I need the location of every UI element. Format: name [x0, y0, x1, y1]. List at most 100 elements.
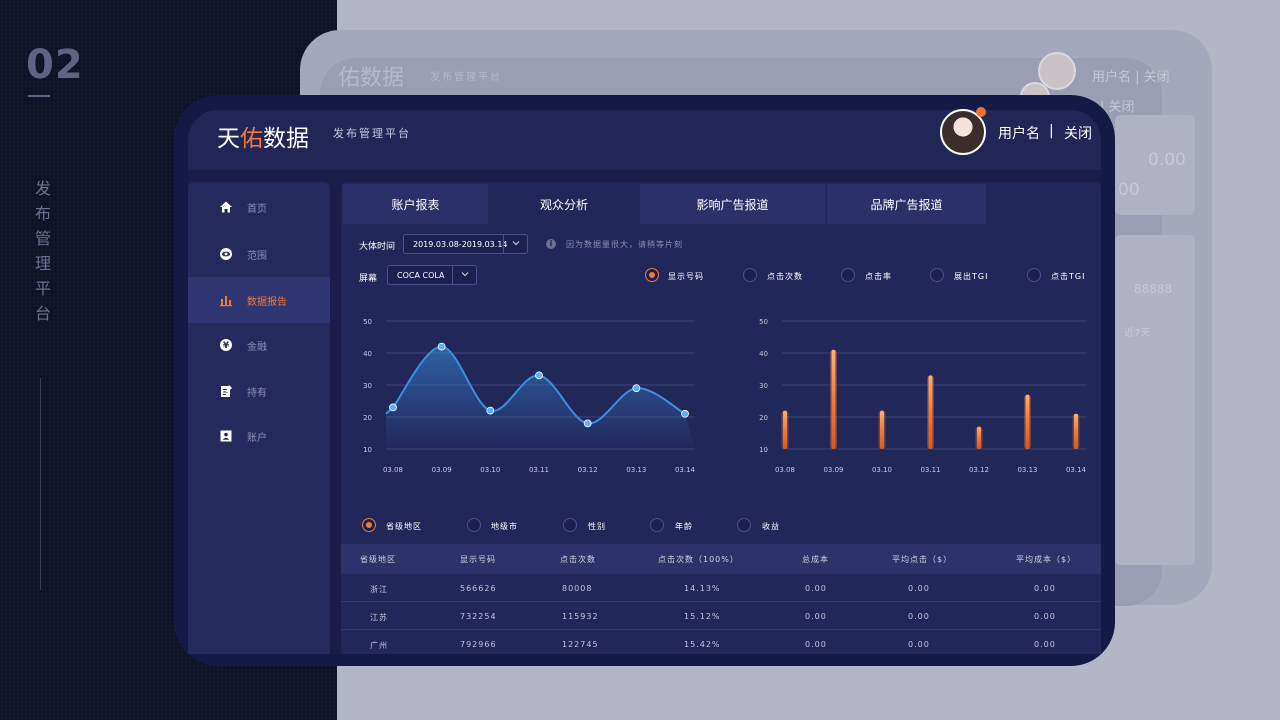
sidebar-item-label: 数据报告 — [247, 296, 287, 308]
bar-chart-x-tick-label: 03.10 — [872, 466, 892, 474]
radio-city[interactable] — [467, 518, 481, 532]
line-chart-point[interactable] — [632, 384, 641, 393]
sidebar-item-label: 持有 — [247, 387, 267, 399]
brand-subtitle: 发布管理平台 — [333, 127, 411, 140]
line-chart-x-tick-label: 03.14 — [675, 466, 696, 474]
bar-chart-bar[interactable] — [880, 410, 884, 449]
sidebar-item-label: 首页 — [247, 203, 267, 215]
radio-click-rate[interactable] — [841, 268, 855, 282]
chevron-down-icon — [512, 241, 520, 246]
table-cell: 0.00 — [805, 612, 827, 621]
line-chart-x-tick-label: 03.12 — [578, 466, 598, 474]
line-chart-x-tick-label: 03.09 — [432, 466, 452, 474]
sidebar-item-account[interactable]: 账户 — [188, 413, 330, 459]
select-divider — [503, 235, 504, 253]
table-cell: 浙江 — [370, 585, 388, 594]
date-range-value: 2019.03.08-2019.03.14 — [413, 240, 508, 249]
radio-label: 省级地区 — [386, 522, 422, 531]
line-chart-y-tick-label: 30 — [363, 382, 372, 390]
user-name[interactable]: 用户名 — [998, 123, 1040, 143]
table-cell: 122745 — [562, 640, 599, 649]
bar-chart-bar[interactable] — [1025, 394, 1030, 449]
radio-income[interactable] — [737, 518, 751, 532]
column-header: 平均成本（$） — [1016, 555, 1077, 564]
home-icon — [219, 200, 233, 214]
radio-display-count[interactable] — [645, 268, 659, 282]
bar-chart-x-tick-label: 03.12 — [969, 466, 989, 474]
bar-chart-icon — [219, 293, 233, 307]
sidebar-item-label: 金融 — [247, 341, 267, 353]
sidebar-item-holdings[interactable]: 持有 — [188, 368, 330, 414]
sidebar-item-label: 范围 — [247, 250, 267, 262]
table-cell: 广州 — [370, 641, 388, 650]
ghost-user-text: 用户名 | 关闭 — [1092, 70, 1170, 85]
table-cell: 15.12% — [684, 612, 721, 621]
clipboard-icon — [219, 384, 233, 398]
time-filter-label: 大体时间 — [359, 242, 396, 252]
ghost-value-3: 88888 — [1134, 282, 1173, 296]
column-header: 平均点击（$） — [892, 555, 953, 564]
line-chart-point[interactable] — [437, 342, 446, 351]
close-button[interactable]: 关闭 — [1064, 123, 1092, 143]
bar-chart-x-tick-label: 03.09 — [823, 466, 843, 474]
bar-chart-y-tick-label: 10 — [759, 446, 768, 454]
table-cell: 115932 — [562, 612, 599, 621]
section-number-underline — [28, 95, 50, 97]
bar-chart-bar[interactable] — [831, 349, 836, 449]
bar-chart-bar[interactable] — [1074, 413, 1078, 449]
bar-chart-x-tick-label: 03.08 — [775, 466, 795, 474]
table-row[interactable] — [341, 630, 1101, 658]
bar-chart-y-tick-label: 50 — [759, 318, 768, 326]
table-cell: 14.13% — [684, 584, 721, 593]
sidebar-item-home[interactable]: 首页 — [188, 184, 330, 230]
radio-gender[interactable] — [563, 518, 577, 532]
radio-label: 年龄 — [675, 522, 693, 531]
line-chart-point[interactable] — [535, 371, 543, 380]
date-range-select[interactable]: 2019.03.08-2019.03.14 — [403, 234, 528, 254]
tab-account-report[interactable]: 账户报表 — [343, 184, 488, 224]
table-cell: 792966 — [460, 640, 497, 649]
bar-chart-bar[interactable] — [928, 375, 933, 449]
column-header: 显示号码 — [460, 555, 496, 564]
tab-brand-ad-report[interactable]: 品牌广告报道 — [827, 184, 986, 224]
line-chart-point[interactable] — [583, 419, 592, 428]
column-header: 总成本 — [802, 555, 829, 564]
vertical-divider — [40, 378, 41, 590]
radio-province[interactable] — [362, 518, 376, 532]
sidebar-item-finance[interactable]: ¥ 金融 — [188, 322, 330, 368]
bar-chart-bar[interactable] — [783, 410, 787, 449]
screen-value: COCA COLA — [397, 271, 445, 280]
ghost-value-4: 近7天 — [1124, 328, 1151, 339]
radio-age[interactable] — [650, 518, 664, 532]
line-chart-y-tick-label: 20 — [363, 414, 372, 422]
table-cell: 0.00 — [1034, 640, 1056, 649]
yen-icon: ¥ — [219, 338, 233, 352]
table-cell: 0.00 — [908, 584, 930, 593]
table-row[interactable] — [341, 574, 1101, 602]
bar-chart-x-tick-label: 03.11 — [920, 466, 940, 474]
line-chart-x-tick-label: 03.08 — [383, 466, 403, 474]
table-row[interactable] — [341, 602, 1101, 630]
brand-logo: 天佑数据 — [217, 126, 309, 152]
tab-audience-analysis[interactable]: 观众分析 — [490, 184, 638, 224]
tab-impact-ad-report[interactable]: 影响广告报道 — [640, 184, 825, 224]
radio-label: 点击次数 — [767, 272, 803, 281]
screen-select[interactable]: COCA COLA — [387, 265, 477, 285]
radio-click-tgi[interactable] — [1027, 268, 1041, 282]
table-cell: 732254 — [460, 612, 497, 621]
line-chart-point[interactable] — [681, 409, 689, 418]
bar-chart-x-tick-label: 03.13 — [1017, 466, 1037, 474]
table-cell: 15.42% — [684, 640, 721, 649]
bar-chart-bar[interactable] — [977, 426, 981, 449]
radio-display-tgi[interactable] — [930, 268, 944, 282]
table-cell: 0.00 — [1034, 584, 1056, 593]
sidebar-item-range[interactable]: 范围 — [188, 231, 330, 277]
table-cell: 0.00 — [805, 640, 827, 649]
bar-chart-y-tick-label: 40 — [759, 350, 768, 358]
line-chart-point[interactable] — [486, 406, 495, 415]
bar-chart-x-tick-label: 03.14 — [1066, 466, 1087, 474]
column-header: 点击次数（100%） — [658, 555, 739, 564]
radio-click-count[interactable] — [743, 268, 757, 282]
sidebar-item-data-report[interactable]: 数据报告 — [188, 277, 330, 323]
line-chart-point[interactable] — [389, 403, 397, 412]
